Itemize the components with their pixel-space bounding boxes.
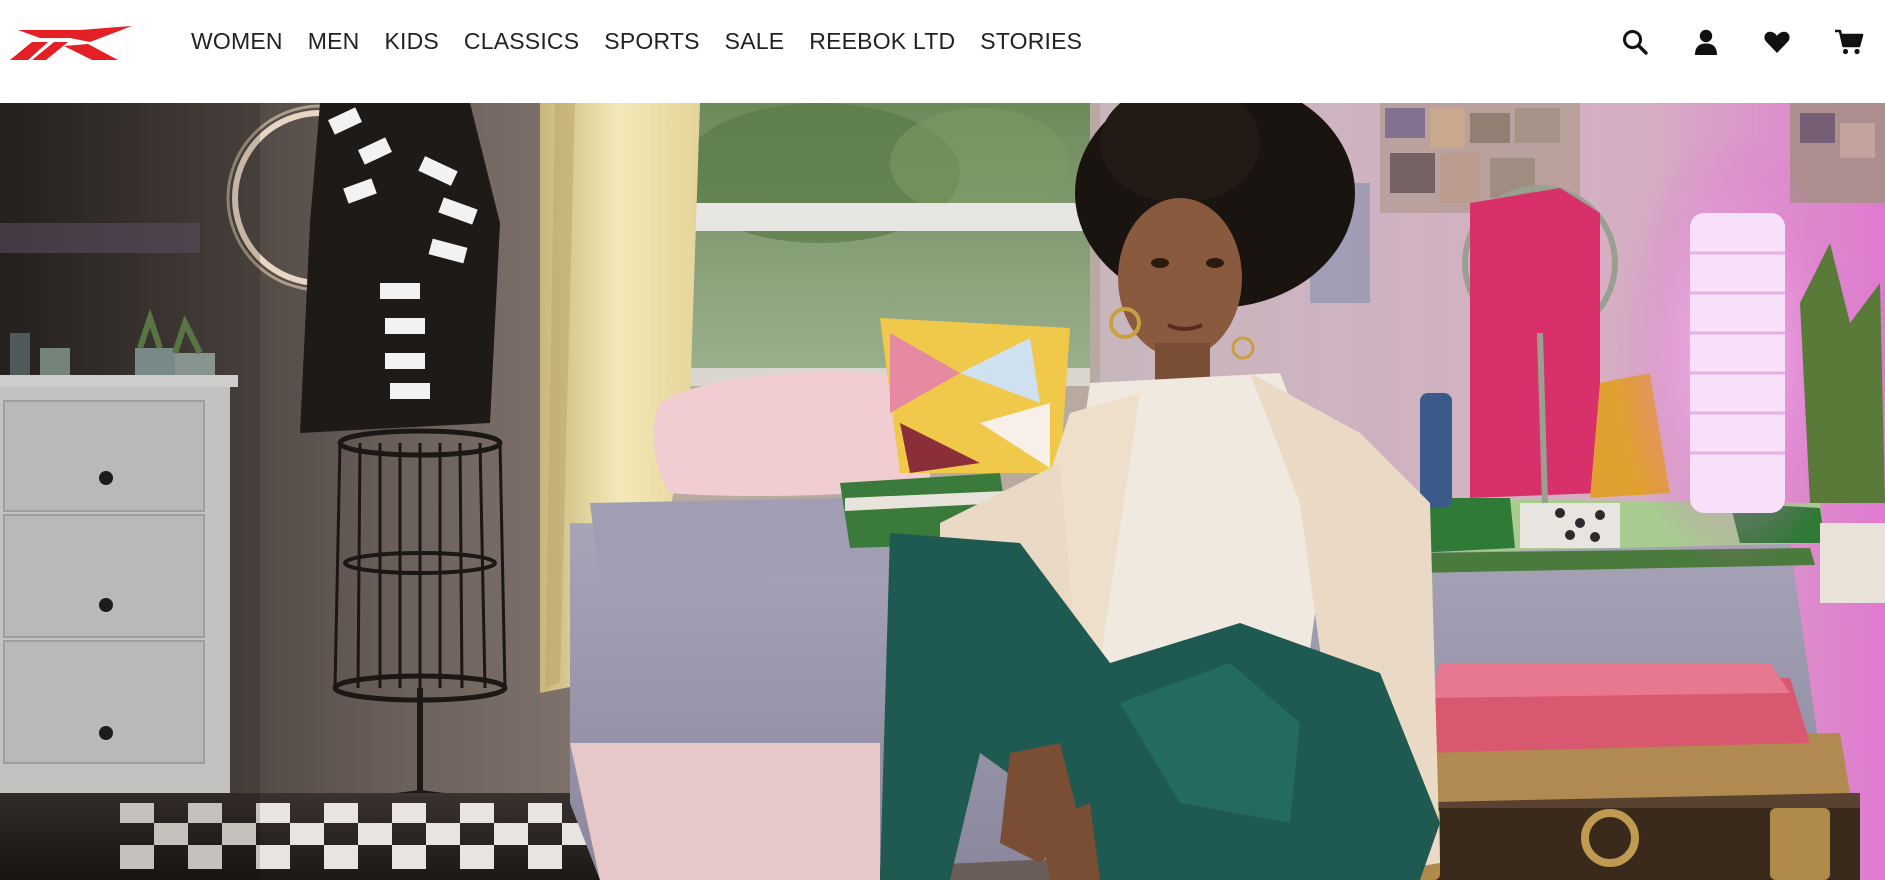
cart-button[interactable]	[1831, 24, 1867, 60]
header-utilities	[0, 24, 1885, 60]
hero-banner[interactable]	[0, 103, 1885, 880]
wishlist-heart-icon	[1764, 31, 1790, 53]
hero-image	[0, 103, 1885, 880]
site-header: WOMEN MEN KIDS CLASSICS SPORTS SALE REEB…	[0, 0, 1885, 103]
search-button[interactable]	[1617, 24, 1653, 60]
account-icon	[1695, 29, 1717, 55]
cart-icon	[1835, 29, 1864, 55]
account-button[interactable]	[1688, 24, 1724, 60]
search-icon	[1623, 30, 1648, 55]
wishlist-button[interactable]	[1759, 24, 1795, 60]
